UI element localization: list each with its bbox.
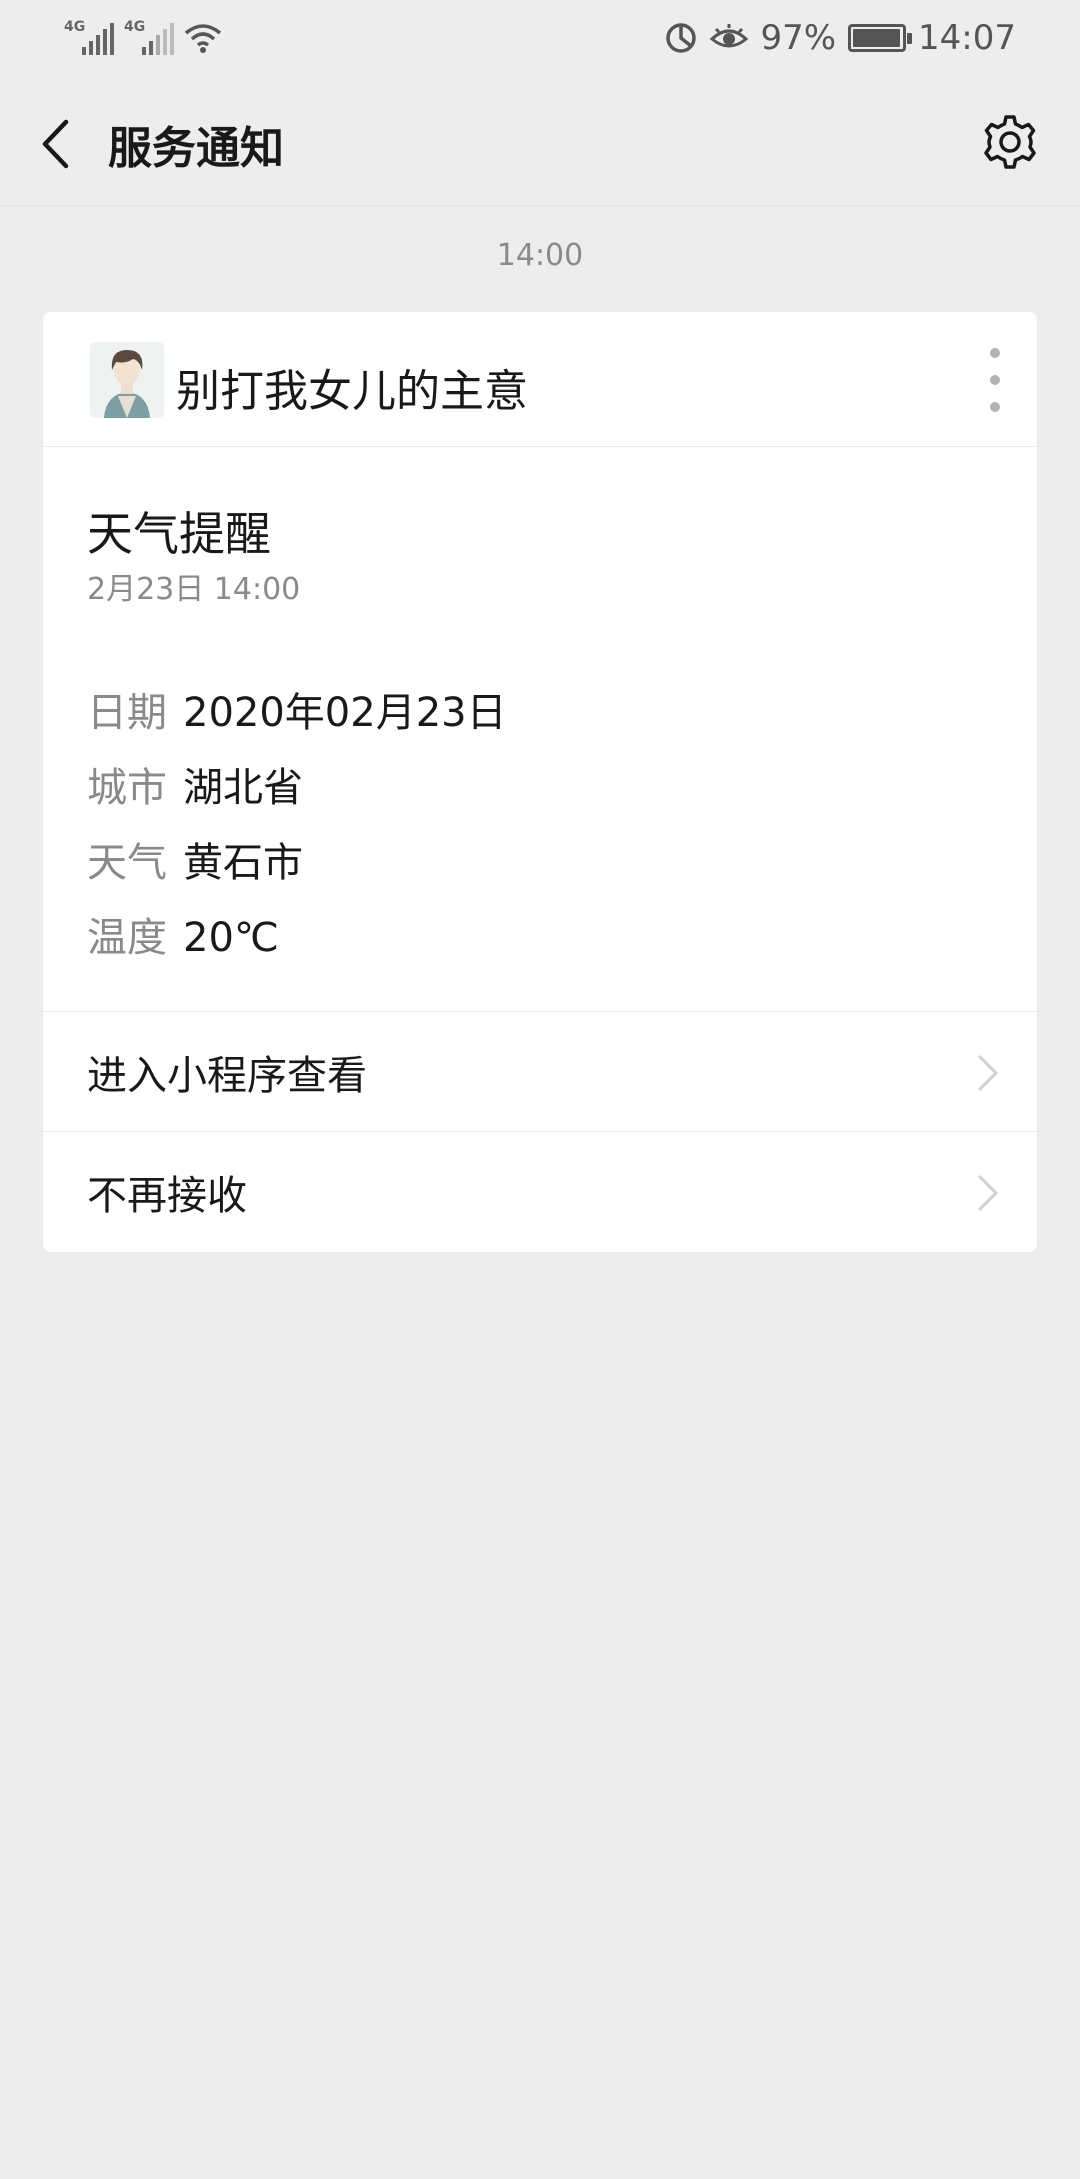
status-right: 97% 14:07 (664, 18, 1016, 58)
field-weather: 天气 黄石市 (87, 830, 303, 888)
field-value: 2020年02月23日 (183, 690, 507, 736)
action-label: 进入小程序查看 (87, 1052, 367, 1099)
signal-label: 4G (124, 19, 146, 35)
chevron-right-icon (978, 1055, 998, 1091)
field-label: 天气 (87, 840, 167, 886)
message-date: 2月23日 14:00 (87, 572, 301, 607)
eye-care-icon (710, 24, 749, 48)
field-value: 20℃ (183, 915, 279, 961)
field-value: 湖北省 (183, 765, 303, 811)
back-arrow-icon (42, 119, 69, 169)
field-temperature: 温度 20℃ (87, 905, 279, 963)
signal-icon: 4G (64, 19, 114, 55)
status-left: 4G 4G (64, 19, 222, 55)
open-mini-program-button[interactable]: 进入小程序查看 (43, 1011, 1037, 1131)
battery-percent: 97% (760, 18, 837, 58)
settings-button[interactable] (980, 112, 1040, 172)
back-button[interactable] (30, 114, 80, 174)
field-label: 日期 (87, 690, 167, 736)
more-options-button[interactable] (983, 348, 1007, 412)
clock: 14:07 (918, 18, 1016, 58)
navigation-bar: 服务通知 (0, 76, 1080, 206)
data-saver-icon (666, 23, 697, 53)
gear-icon (984, 115, 1036, 169)
chevron-right-icon (978, 1175, 998, 1211)
status-bar: 4G 4G 97% 14:07 (0, 0, 1080, 76)
more-dots-icon (990, 348, 1000, 358)
field-date: 日期 2020年02月23日 (87, 680, 507, 738)
message-title: 天气提醒 (87, 507, 271, 561)
signal-icon: 4G (124, 19, 174, 55)
unsubscribe-button[interactable]: 不再接收 (43, 1131, 1037, 1251)
wifi-icon (184, 24, 222, 53)
message-timestamp: 14:00 (496, 238, 584, 273)
battery-icon (848, 24, 913, 52)
card-header: 别打我女儿的主意 (43, 312, 1037, 447)
action-label: 不再接收 (87, 1172, 247, 1219)
field-label: 温度 (87, 915, 167, 961)
field-label: 城市 (87, 765, 167, 811)
notification-card: 别打我女儿的主意 天气提醒 2月23日 14:00 日期 2020年02月23日… (43, 312, 1037, 1252)
avatar-illustration (90, 342, 164, 418)
field-value: 黄石市 (183, 840, 303, 886)
battery-fill (853, 29, 900, 47)
field-city: 城市 湖北省 (87, 755, 303, 813)
signal-label: 4G (64, 19, 86, 35)
page-title: 服务通知 (108, 123, 284, 174)
sender-name: 别打我女儿的主意 (176, 366, 528, 417)
avatar[interactable] (90, 342, 164, 418)
